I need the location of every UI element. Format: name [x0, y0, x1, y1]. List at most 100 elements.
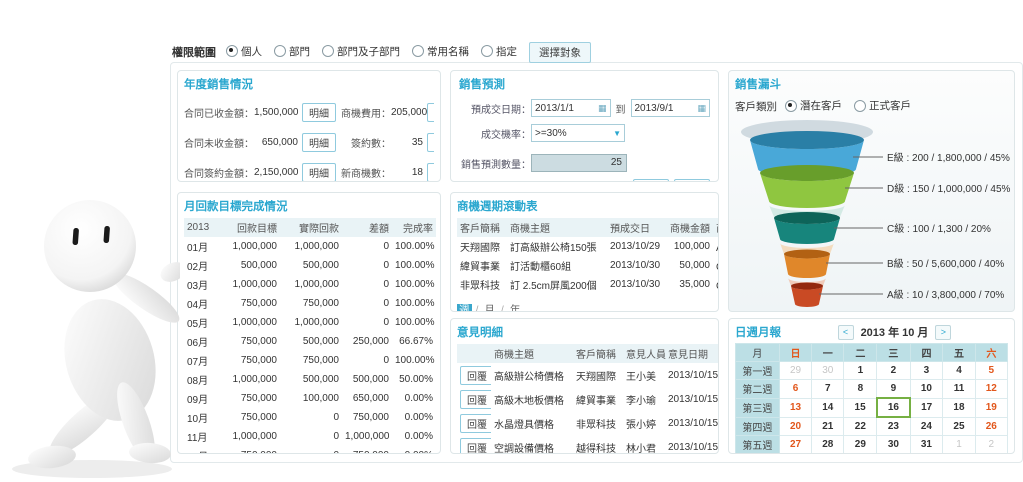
calendar-day-cell[interactable]: 24 [910, 417, 943, 436]
calendar-day-cell[interactable]: 5 [975, 362, 1007, 380]
detail-button[interactable]: 明細 [302, 103, 336, 122]
next-month-button[interactable]: > [935, 325, 951, 340]
calendar-day-cell[interactable]: 1 [844, 362, 877, 380]
calendar-day-cell[interactable]: 8 [844, 380, 877, 399]
calendar-day-cell[interactable]: 1 [943, 436, 975, 454]
calendar-day-cell[interactable]: 25 [943, 417, 975, 436]
permission-radio-option-2[interactable]: 部門及子部門 [322, 44, 400, 59]
table-cell: 0.00% [392, 408, 436, 427]
week-label[interactable]: 第一週 [736, 362, 780, 380]
table-cell: 1,000,000 [342, 427, 392, 446]
table-cell: 1,000,000 [218, 313, 280, 332]
reply-button[interactable]: 回覆 [460, 438, 491, 455]
column-header: 預成交日 [607, 218, 665, 237]
probability-select[interactable]: >=30% ▼ [531, 124, 625, 142]
calendar-day-cell[interactable]: 2 [975, 436, 1007, 454]
week-label[interactable]: 第四週 [736, 417, 780, 436]
week-label[interactable]: 第三週 [736, 398, 780, 417]
forecast-qty-label: 銷售預測數量： [459, 156, 531, 171]
table-cell: 訂高級辦公椅150張 [507, 237, 607, 256]
calendar-day-cell[interactable]: 20 [779, 417, 811, 436]
table-cell: 02月 [184, 256, 218, 275]
reply-button[interactable]: 回覆 [460, 366, 491, 385]
calendar-day-cell[interactable]: 7 [812, 380, 844, 399]
calendar-day-cell[interactable]: 11 [943, 380, 975, 399]
calendar-day-cell[interactable]: 6 [779, 380, 811, 399]
calendar-day-cell[interactable]: 26 [975, 417, 1007, 436]
table-cell: 0 [280, 446, 342, 454]
calendar-day-cell[interactable]: 28 [812, 436, 844, 454]
table-cell: 750,000 [218, 332, 280, 351]
radio-label: 部門及子部門 [337, 44, 400, 59]
customer-type-label: 客戶類別 [735, 99, 777, 114]
table-row: 08月1,000,000500,000500,00050.00% [184, 370, 436, 389]
calendar-icon[interactable]: ▦ [598, 103, 607, 114]
calendar-day-cell[interactable]: 29 [844, 436, 877, 454]
table-cell: 0 [280, 408, 342, 427]
calendar-day-cell[interactable]: 10 [910, 380, 943, 399]
select-target-button[interactable]: 選擇對象 [529, 42, 591, 63]
calendar-day-cell[interactable]: 15 [844, 398, 877, 417]
reply-button[interactable]: 回覆 [460, 414, 491, 433]
calendar-day-cell[interactable]: 12 [975, 380, 1007, 399]
chevron-down-icon[interactable]: ▼ [613, 129, 621, 138]
table-cell: 750,000 [218, 351, 280, 370]
permission-radio-option-4[interactable]: 指定 [481, 44, 517, 59]
period-link-2[interactable]: 年 [508, 304, 523, 312]
date-from-input[interactable]: 2013/1/1 ▦ [531, 99, 611, 117]
period-link-1[interactable]: 月 [482, 304, 497, 312]
table-row: 05月1,000,0001,000,0000100.00% [184, 313, 436, 332]
annual-row: 合同已收金額： 1,500,000 明細 商機費用： 205,000 明細 [184, 103, 434, 122]
calendar-day-cell[interactable]: 18 [943, 398, 975, 417]
table-row: 天翔國際訂高級辦公椅150張2013/10/29100,000A級 [457, 237, 719, 256]
calendar-day-cell[interactable]: 3 [910, 362, 943, 380]
calendar-day-cell[interactable]: 17 [910, 398, 943, 417]
prev-month-button[interactable]: < [838, 325, 854, 340]
permission-radio-option-1[interactable]: 部門 [274, 44, 310, 59]
period-link-0[interactable]: 週 [457, 304, 472, 312]
calendar-day-cell[interactable]: 21 [812, 417, 844, 436]
detail-button[interactable]: 明細 [427, 103, 434, 122]
table-cell: 1,000,000 [280, 237, 342, 256]
calendar-day-cell[interactable]: 23 [877, 417, 910, 436]
calendar-day-cell[interactable]: 9 [877, 380, 910, 399]
detail-button[interactable]: 明細 [302, 163, 336, 182]
predict-button[interactable]: 預測 [633, 179, 669, 182]
calendar-day-cell[interactable]: 30 [812, 362, 844, 380]
column-header: 商機主題 [507, 218, 607, 237]
calendar-day-cell[interactable]: 13 [779, 398, 811, 417]
detail-button[interactable]: 明細 [674, 179, 710, 182]
metric-value: 650,000 [254, 137, 298, 148]
customer-type-radio-option-1[interactable]: 正式客戶 [854, 98, 911, 113]
calendar-day-cell[interactable]: 30 [877, 436, 910, 454]
permission-radio-option-3[interactable]: 常用名稱 [412, 44, 469, 59]
calendar-day-cell[interactable]: 19 [975, 398, 1007, 417]
customer-type-radio-option-0[interactable]: 潛在客戶 [785, 98, 842, 113]
funnel-tier-label: D級 : 150 / 1,000,000 / 45% [887, 182, 1011, 195]
radio-label: 指定 [496, 44, 517, 59]
permission-radio-option-0[interactable]: 個人 [226, 44, 262, 59]
week-label[interactable]: 第二週 [736, 380, 780, 399]
calendar-day-cell[interactable]: 27 [779, 436, 811, 454]
detail-button[interactable]: 明細 [427, 163, 434, 182]
detail-button[interactable]: 明細 [302, 133, 336, 152]
reply-button[interactable]: 回覆 [460, 390, 491, 409]
period-switcher: 週/月/年 [457, 302, 712, 312]
table-cell: 天翔國際 [457, 237, 507, 256]
calendar-icon[interactable]: ▦ [697, 103, 706, 114]
date-to-input[interactable]: 2013/9/1 ▦ [631, 99, 711, 117]
detail-button[interactable]: 明細 [427, 133, 434, 152]
calendar-day-cell[interactable]: 4 [943, 362, 975, 380]
forecast-amount-value: 5,350,000 [531, 181, 628, 183]
column-header: 商機主題 [491, 344, 573, 363]
calendar-day-cell[interactable]: 14 [812, 398, 844, 417]
calendar-day-cell[interactable]: 29 [779, 362, 811, 380]
calendar-day-cell[interactable]: 2 [877, 362, 910, 380]
week-label[interactable]: 第五週 [736, 436, 780, 454]
calendar-day-cell[interactable]: 31 [910, 436, 943, 454]
calendar-day-cell[interactable]: 16 [877, 398, 910, 417]
table-cell: 緯貿事業 [573, 387, 623, 411]
calendar-day-cell[interactable]: 22 [844, 417, 877, 436]
table-cell: 1,000,000 [280, 275, 342, 294]
table-row: 回覆高級木地板價格緯貿事業李小瑜2013/10/15請問高 [457, 387, 719, 411]
